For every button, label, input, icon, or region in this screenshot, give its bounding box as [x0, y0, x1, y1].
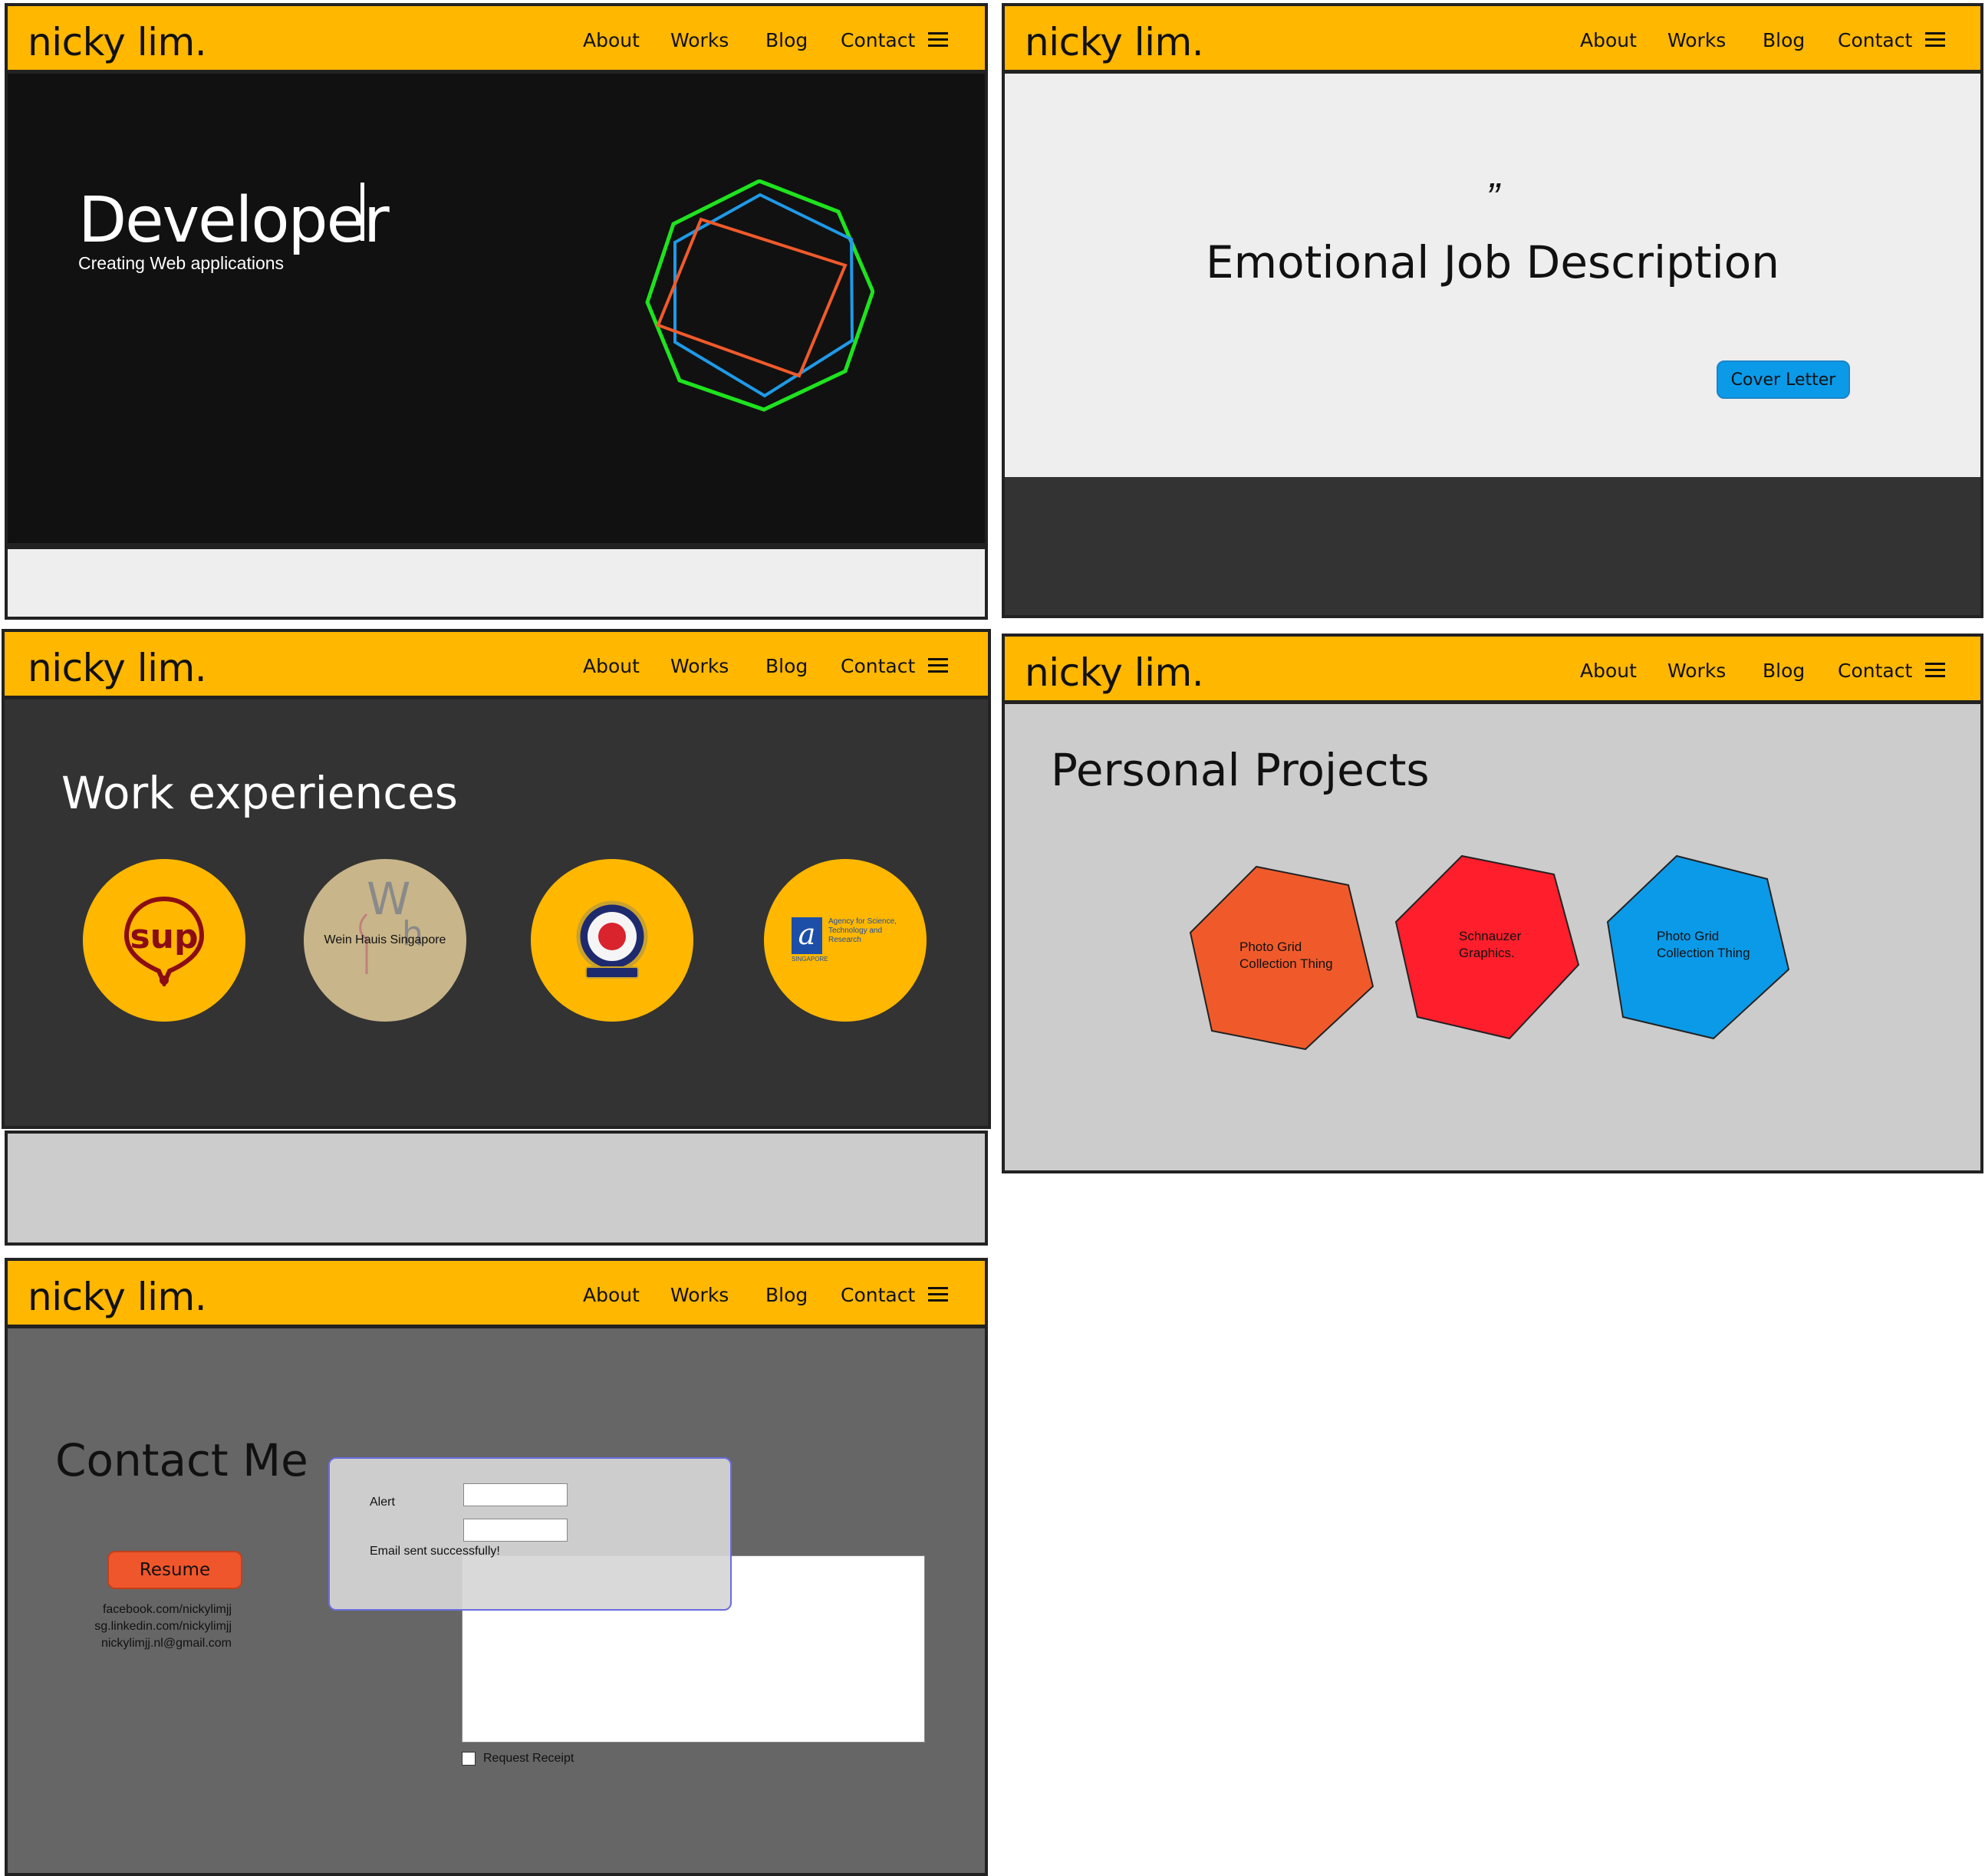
alert-message: Email sent successfully! [370, 1545, 500, 1558]
brand-logo[interactable]: nicky lim. [1025, 20, 1204, 64]
nav-works[interactable]: Works [1667, 660, 1726, 682]
contact-heading: Contact Me [55, 1434, 308, 1486]
quote-mark: ” [1486, 176, 1499, 220]
nav-contact[interactable]: Contact [1838, 660, 1912, 682]
project-card-2[interactable]: Schnauzer Graphics. [1394, 854, 1582, 1042]
astar-logo-mark: a [792, 917, 822, 954]
project-label: Photo Grid Collection Thing [1239, 940, 1333, 971]
wein-haus-label: Wein Hauis Singapore [324, 933, 446, 946]
nav-contact[interactable]: Contact [841, 29, 915, 51]
hero-subtitle: Creating Web applications [78, 253, 285, 273]
navbar: nicky lim. About Works Blog Contact [8, 1261, 985, 1328]
work-item-sup[interactable]: sup [83, 859, 245, 1022]
nav-contact[interactable]: Contact [841, 1284, 915, 1306]
dark-footer-band [1005, 477, 1980, 615]
navbar: nicky lim. About Works Blog Contact [1005, 6, 1980, 74]
navbar: nicky lim. About Works Blog Contact [1005, 637, 1980, 704]
hexagon-shape [673, 193, 854, 398]
project-card-3[interactable]: Photo Grid Collection Thing [1606, 854, 1793, 1042]
nav-contact[interactable]: Contact [1838, 29, 1912, 51]
email-link[interactable]: nickylimjj.nl@gmail.com [8, 1637, 232, 1651]
works-heading: Work experiences [61, 767, 458, 819]
nav-about[interactable]: About [583, 1284, 640, 1306]
nav-works[interactable]: Works [670, 29, 729, 51]
hamburger-menu-icon[interactable] [928, 32, 948, 48]
navbar: nicky lim. About Works Blog Contact [8, 6, 985, 74]
alert-label: Alert [370, 1496, 395, 1509]
frame-about: nicky lim. About Works Blog Contact ” Em… [1002, 3, 1983, 618]
brand-logo[interactable]: nicky lim. [28, 1275, 207, 1319]
project-card-1[interactable]: Photo Grid Collection Thing [1189, 865, 1376, 1052]
nav-blog[interactable]: Blog [765, 1284, 808, 1306]
hamburger-menu-icon[interactable] [928, 1287, 948, 1302]
project-label: Schnauzer Graphics. [1459, 929, 1522, 960]
hamburger-menu-icon[interactable] [928, 658, 948, 673]
job-description-heading: Emotional Job Description [1206, 236, 1779, 288]
nav-blog[interactable]: Blog [1763, 29, 1805, 51]
nav-blog[interactable]: Blog [765, 655, 808, 677]
work-item-astar[interactable]: a SINGAPORE Agency for Science, Technolo… [764, 859, 927, 1022]
frame-home: nicky lim. About Works Blog Contact Deve… [5, 3, 988, 546]
facebook-link[interactable]: facebook.com/nickylimjj [8, 1603, 232, 1617]
frame-works-below-fold [5, 1131, 988, 1246]
hero-title: Developer [78, 184, 390, 257]
nav-works[interactable]: Works [670, 1284, 729, 1306]
brand-logo[interactable]: nicky lim. [28, 646, 207, 690]
nav-works[interactable]: Works [670, 655, 729, 677]
request-receipt-label: Request Receipt [483, 1752, 574, 1765]
sup-location-pin-logo: sup [123, 896, 205, 986]
astar-logo-text: Agency for Science, Technology and Resea… [828, 917, 897, 944]
projects-heading: Personal Projects [1051, 744, 1430, 796]
hamburger-menu-icon[interactable] [1925, 32, 1945, 48]
name-field[interactable] [463, 1483, 568, 1506]
frame-works: nicky lim. About Works Blog Contact Work… [2, 629, 991, 1129]
request-receipt-checkbox[interactable] [462, 1752, 476, 1766]
astar-logo: a SINGAPORE Agency for Science, Technolo… [792, 917, 907, 971]
nav-about[interactable]: About [583, 655, 640, 677]
resume-button[interactable]: Resume [107, 1551, 242, 1589]
nav-blog[interactable]: Blog [765, 29, 808, 51]
brand-logo[interactable]: nicky lim. [28, 20, 207, 64]
email-field[interactable] [463, 1519, 568, 1542]
nav-contact[interactable]: Contact [841, 655, 915, 677]
geometric-logo-icon [645, 179, 874, 412]
hamburger-menu-icon[interactable] [1925, 663, 1945, 678]
alert-dialog: Alert Email sent successfully! [328, 1457, 732, 1611]
sup-logo-text: sup [130, 917, 198, 956]
police-crest-logo [576, 900, 648, 979]
nav-works[interactable]: Works [1667, 29, 1726, 51]
square-shape [656, 217, 848, 378]
nav-about[interactable]: About [1580, 660, 1637, 682]
navbar: nicky lim. About Works Blog Contact [5, 632, 988, 699]
nav-about[interactable]: About [1580, 29, 1637, 51]
octagon-shape [645, 179, 874, 412]
work-item-police[interactable] [531, 859, 693, 1022]
frame-projects: nicky lim. About Works Blog Contact Pers… [1002, 634, 1983, 1173]
astar-logo-sub: SINGAPORE [792, 956, 828, 963]
work-item-wein-haus[interactable]: W h Wein Hauis Singapore [304, 859, 466, 1022]
frame-home-below-fold [5, 546, 988, 620]
nav-about[interactable]: About [583, 29, 640, 51]
frame-contact: nicky lim. About Works Blog Contact Cont… [5, 1258, 988, 1876]
brand-logo[interactable]: nicky lim. [1025, 650, 1204, 695]
linkedin-link[interactable]: sg.linkedin.com/nickylimjj [8, 1620, 232, 1634]
nav-blog[interactable]: Blog [1763, 660, 1805, 682]
text-cursor [360, 183, 364, 241]
cover-letter-button[interactable]: Cover Letter [1717, 360, 1850, 399]
project-label: Photo Grid Collection Thing [1657, 929, 1750, 960]
